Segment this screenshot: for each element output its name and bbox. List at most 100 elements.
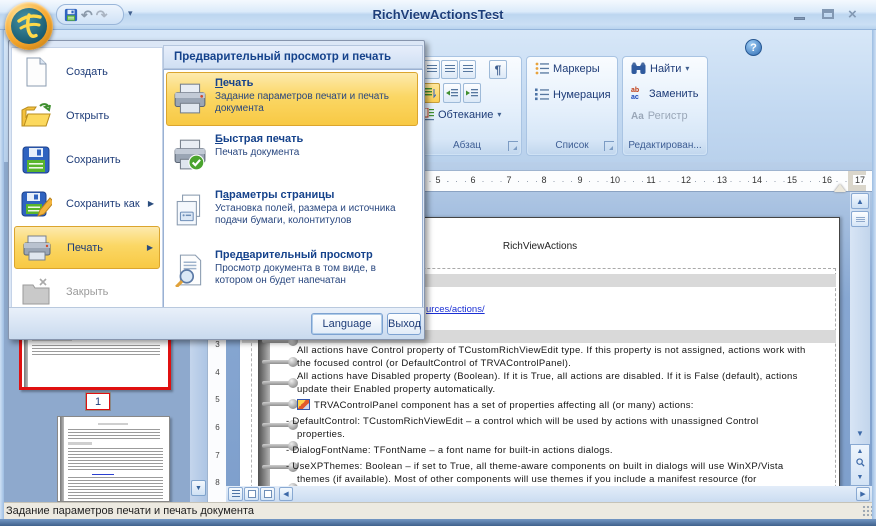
dialog-launcher-paragraph[interactable] — [508, 141, 518, 151]
scroll-up-icon[interactable]: ▲ — [851, 193, 869, 209]
align-right-button[interactable] — [459, 60, 476, 79]
indent-increase-button[interactable] — [463, 83, 481, 103]
office-menu: Создать Открыть Сохранить — [8, 40, 425, 340]
qat-customize-icon[interactable]: ▾ — [128, 8, 133, 19]
scroll-right-icon[interactable]: ▶ — [856, 487, 870, 501]
bullets-label: Маркеры — [553, 63, 600, 75]
menu-item-print[interactable]: Печать ▶ — [14, 226, 160, 269]
open-folder-icon — [20, 100, 52, 132]
minimize-button[interactable] — [792, 8, 808, 22]
find-label: Найти — [650, 63, 681, 75]
text-wrap-button[interactable]: Обтекание ▾ — [421, 108, 501, 121]
group-label-paragraph: Абзац — [414, 138, 520, 154]
group-label-editing: Редактирован... — [624, 138, 706, 154]
menu-item-save[interactable]: Сохранить — [14, 138, 160, 181]
view-page-button[interactable] — [260, 487, 275, 501]
window-bottom-border — [0, 519, 876, 526]
numbering-label: Нумерация — [553, 89, 611, 101]
print-preview-icon — [173, 253, 207, 287]
printer-icon — [173, 81, 207, 115]
menu-section-body: Печать Задание параметров печати и печат… — [163, 69, 423, 309]
window-left-border — [0, 30, 4, 519]
submenu-arrow-icon: ▶ — [148, 199, 154, 208]
align-left-button[interactable] — [423, 60, 440, 79]
office-menu-right-panel: Предварительный просмотр и печать Печать… — [163, 43, 424, 347]
help-button[interactable]: ? — [745, 39, 762, 56]
maximize-button[interactable] — [820, 8, 836, 22]
menu-section-header: Предварительный просмотр и печать — [163, 45, 423, 69]
menu-item-print-dialog[interactable]: Печать Задание параметров печати и печат… — [166, 72, 418, 126]
scroll-down-icon[interactable]: ▼ — [191, 480, 206, 496]
ribbon-group-list: Маркеры Нумерация Список — [526, 56, 618, 156]
quick-print-icon — [173, 137, 207, 171]
browse-prev-icon[interactable]: ▲ — [851, 445, 869, 458]
indent-marker-icon[interactable] — [834, 184, 846, 192]
case-icon: Aa — [631, 111, 644, 122]
close-button[interactable]: × — [848, 8, 864, 22]
redo-icon[interactable]: ↷ — [96, 8, 108, 22]
page-number-badge: 1 — [86, 393, 110, 410]
chevron-down-icon: ▾ — [685, 64, 689, 73]
scroll-left-icon[interactable]: ◀ — [279, 487, 293, 501]
text-wrap-label: Обтекание — [438, 109, 493, 121]
vertical-scrollbar[interactable]: ▲ ▼ ▲ ▼ — [850, 192, 870, 486]
group-label-list: Список — [528, 138, 616, 154]
indent-decrease-button[interactable] — [443, 83, 461, 103]
horizontal-scrollbar[interactable]: ◀ ▶ — [226, 486, 872, 502]
save-as-icon — [20, 188, 52, 220]
save-icon — [20, 144, 52, 176]
case-button[interactable]: Aa Регистр — [631, 110, 688, 122]
find-button[interactable]: Найти ▾ — [631, 62, 689, 75]
quick-access-toolbar: ↶ ↷ — [56, 4, 124, 25]
line-spacing-icon — [424, 88, 436, 99]
office-menu-footer: Language Выход — [9, 307, 424, 339]
menu-item-print-preview[interactable]: Предварительный просмотр Просмотр докуме… — [166, 244, 418, 302]
scrollbar-thumb[interactable] — [851, 211, 869, 227]
save-icon[interactable] — [64, 8, 78, 22]
component-icon — [297, 399, 310, 410]
office-menu-left-column: Создать Открыть Сохранить — [11, 47, 163, 309]
binoculars-icon — [631, 62, 646, 75]
close-folder-icon — [20, 276, 52, 308]
pilcrow-button[interactable]: ¶ — [489, 60, 507, 79]
language-button[interactable]: Language — [311, 313, 383, 335]
thumb-spiral — [60, 417, 64, 501]
view-web-button[interactable] — [244, 487, 259, 501]
indent-increase-icon — [466, 88, 478, 98]
browse-object-buttons: ▲ ▼ — [850, 444, 870, 486]
menu-item-page-setup[interactable]: Параметры страницы Установка полей, разм… — [166, 184, 418, 242]
menu-item-quick-print[interactable]: Быстрая печать Печать документа — [166, 128, 418, 180]
replace-label: Заменить — [649, 88, 698, 100]
ribbon-group-editing: Найти ▾ ab ac Заменить Aa Регистр Редакт… — [622, 56, 708, 156]
chevron-down-icon: ▾ — [497, 110, 501, 119]
window-right-border — [872, 30, 876, 519]
menu-item-open[interactable]: Открыть — [14, 94, 160, 137]
exit-button[interactable]: Выход — [387, 313, 421, 335]
menu-item-new[interactable]: Создать — [14, 50, 160, 93]
numbering-button[interactable]: Нумерация — [535, 88, 611, 101]
align-center-button[interactable] — [441, 60, 458, 79]
app-window: RichViewActionsTest ↶ ↷ ▾ × ¶ — [0, 0, 876, 526]
case-label: Регистр — [648, 110, 688, 122]
numbered-list-icon — [535, 88, 549, 101]
menu-item-save-as[interactable]: Сохранить как ▶ — [14, 182, 160, 225]
office-button[interactable] — [5, 2, 53, 50]
new-document-icon — [20, 56, 52, 88]
page-setup-icon — [173, 193, 207, 227]
window-controls: × — [792, 8, 864, 22]
hyperlink-fragment[interactable]: urces/actions/ — [426, 304, 485, 315]
replace-button[interactable]: ab ac Заменить — [631, 87, 698, 101]
view-mode-buttons — [228, 487, 275, 501]
undo-icon[interactable]: ↶ — [81, 8, 93, 22]
scroll-down-icon[interactable]: ▼ — [851, 426, 869, 442]
printer-icon — [21, 232, 53, 264]
page-thumbnail-2[interactable] — [57, 416, 170, 502]
bullets-button[interactable]: Маркеры — [535, 62, 600, 75]
bullet-list-icon — [535, 62, 549, 75]
view-draft-button[interactable] — [228, 487, 243, 501]
submenu-arrow-icon: ▶ — [147, 243, 153, 252]
dialog-launcher-list[interactable] — [604, 141, 614, 151]
document-text: All actions have Control property of TCu… — [240, 344, 840, 499]
browse-next-icon[interactable]: ▼ — [851, 471, 869, 484]
browse-select-icon[interactable] — [851, 458, 869, 471]
